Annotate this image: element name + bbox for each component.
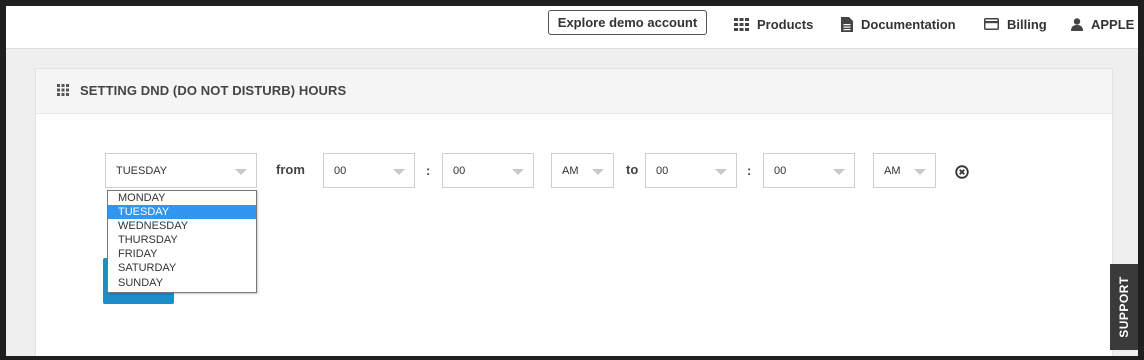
chevron-down-icon <box>914 169 926 175</box>
nav-documentation[interactable]: Documentation <box>841 14 956 34</box>
nav-documentation-label: Documentation <box>861 16 956 32</box>
nav-billing-label: Billing <box>1007 16 1047 32</box>
panel-grid-icon <box>57 83 69 101</box>
chevron-down-icon <box>715 169 727 175</box>
day-option-saturday[interactable]: SATURDAY <box>108 261 256 275</box>
user-icon <box>1071 17 1083 31</box>
chevron-down-icon <box>393 169 405 175</box>
grid-icon <box>734 17 749 31</box>
panel-header: SETTING DND (DO NOT DISTURB) HOURS <box>36 69 1112 114</box>
day-option-wednesday[interactable]: WEDNESDAY <box>108 219 256 233</box>
to-hour-value: 00 <box>656 165 669 177</box>
to-ampm-value: AM <box>884 165 901 177</box>
credit-card-icon <box>984 18 999 30</box>
from-hour-select[interactable]: 00 <box>323 153 415 188</box>
to-ampm-select[interactable]: AM <box>873 153 936 188</box>
nav-user-label: APPLE <box>1091 16 1135 32</box>
nav-products-label: Products <box>757 16 814 32</box>
to-minute-value: 00 <box>774 165 787 177</box>
from-hour-value: 00 <box>334 165 347 177</box>
chevron-down-icon <box>512 169 524 175</box>
nav-products[interactable]: Products <box>734 14 813 34</box>
top-navigation-bar: Explore demo account Products Documentat… <box>6 6 1138 49</box>
day-option-tuesday[interactable]: TUESDAY <box>108 205 256 220</box>
dnd-settings-panel: SETTING DND (DO NOT DISTURB) HOURS TUESD… <box>35 68 1113 356</box>
chevron-down-icon <box>235 169 247 175</box>
from-ampm-select[interactable]: AM <box>551 153 614 188</box>
time-separator: : <box>747 163 752 178</box>
from-ampm-value: AM <box>562 165 579 177</box>
document-icon <box>841 16 853 32</box>
day-option-friday[interactable]: FRIDAY <box>108 247 256 261</box>
explore-demo-account-button[interactable]: Explore demo account <box>548 10 707 35</box>
remove-row-icon[interactable] <box>955 165 969 179</box>
day-option-monday[interactable]: MONDAY <box>108 191 256 205</box>
day-select[interactable]: TUESDAY <box>105 153 257 188</box>
day-option-thursday[interactable]: THURSDAY <box>108 233 256 247</box>
day-dropdown-list: MONDAY TUESDAY WEDNESDAY THURSDAY FRIDAY… <box>107 190 257 293</box>
app-frame: Explore demo account Products Documentat… <box>6 6 1138 356</box>
from-minute-select[interactable]: 00 <box>442 153 534 188</box>
time-separator: : <box>426 163 431 178</box>
chevron-down-icon <box>833 169 845 175</box>
chevron-down-icon <box>592 169 604 175</box>
support-tab[interactable]: SUPPORT <box>1110 264 1138 350</box>
from-minute-value: 00 <box>453 165 466 177</box>
nav-billing[interactable]: Billing <box>984 14 1047 34</box>
day-select-value: TUESDAY <box>116 165 168 177</box>
from-label: from <box>276 162 305 177</box>
to-label: to <box>626 162 639 177</box>
to-minute-select[interactable]: 00 <box>763 153 855 188</box>
support-tab-label: SUPPORT <box>1117 276 1131 338</box>
to-hour-select[interactable]: 00 <box>645 153 737 188</box>
day-option-sunday[interactable]: SUNDAY <box>108 276 256 290</box>
nav-user-account[interactable]: APPLE <box>1071 14 1134 34</box>
panel-title: SETTING DND (DO NOT DISTURB) HOURS <box>80 83 347 98</box>
